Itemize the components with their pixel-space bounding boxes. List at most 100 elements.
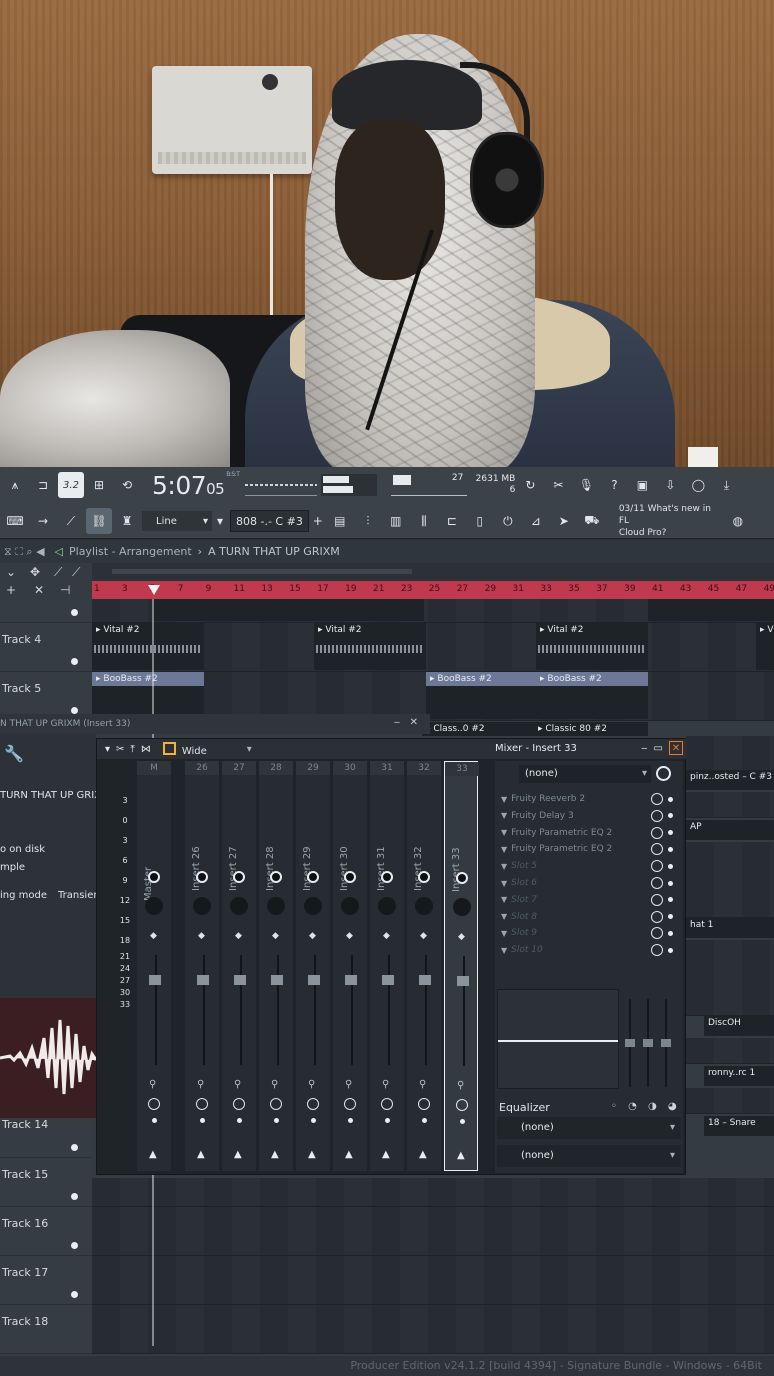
- send-arrow-icon[interactable]: ▲: [345, 1149, 353, 1160]
- slot-enable-led[interactable]: [668, 863, 674, 869]
- volume-fader-track[interactable]: [388, 955, 390, 1065]
- slot-mix-knob[interactable]: [651, 944, 664, 957]
- stereo-separation-icon[interactable]: ◆: [383, 931, 390, 941]
- slot-arrow-icon[interactable]: ▼: [501, 811, 507, 820]
- route-icon[interactable]: ⚲: [419, 1079, 426, 1090]
- pan-knob[interactable]: [453, 898, 471, 916]
- strip-fx-toggle[interactable]: [456, 872, 468, 884]
- lane-partial[interactable]: [686, 1088, 774, 1114]
- clip-right[interactable]: DiscOH: [704, 1016, 774, 1036]
- slot-enable-led[interactable]: [668, 914, 674, 920]
- arrow-right-icon[interactable]: →: [30, 508, 56, 534]
- pl-tool-icons[interactable]: ⧖ ⛶ ⌕ ◀: [4, 545, 45, 559]
- fx-slot[interactable]: ▼ Slot 7: [497, 892, 683, 908]
- latency-icon[interactable]: [344, 1098, 356, 1110]
- latency-icon[interactable]: [148, 1098, 160, 1110]
- slot-arrow-icon[interactable]: ▼: [501, 946, 507, 955]
- news-panel[interactable]: 03/11 What's new in FL Cloud Pro?: [619, 503, 723, 539]
- stereo-separation-icon[interactable]: ◆: [346, 931, 353, 941]
- close-icon[interactable]: ✕: [34, 583, 44, 597]
- strip-fx-toggle[interactable]: [196, 871, 208, 883]
- mute-led[interactable]: [152, 1118, 157, 1123]
- lane-3[interactable]: [92, 599, 774, 623]
- loop-record-icon[interactable]: ⟲: [114, 472, 140, 498]
- mixer-icon[interactable]: ⫼: [411, 508, 437, 534]
- save-icon[interactable]: ▣: [629, 472, 655, 498]
- send-arrow-icon[interactable]: ▲: [234, 1149, 242, 1160]
- volume-fader-cap[interactable]: [197, 975, 209, 985]
- latency-icon[interactable]: [418, 1098, 430, 1110]
- timeline-scrollbar[interactable]: [92, 563, 774, 581]
- route-icon[interactable]: ⚲: [308, 1079, 315, 1090]
- pattern-selector[interactable]: 808 -.- C #3: [230, 510, 309, 532]
- mute-led[interactable]: [311, 1118, 316, 1123]
- stereo-separation-icon[interactable]: ◆: [198, 931, 205, 941]
- eq-fader-cap[interactable]: [661, 1039, 671, 1047]
- latency-icon[interactable]: [456, 1099, 468, 1111]
- tuner-icon[interactable]: ⊿: [523, 508, 549, 534]
- volume-fader-cap[interactable]: [457, 976, 469, 986]
- file-icon[interactable]: ▯: [467, 508, 493, 534]
- volume-fader-cap[interactable]: [149, 975, 161, 985]
- download-icon[interactable]: ⤓: [713, 472, 739, 498]
- wrench-icon[interactable]: 🔧: [4, 744, 24, 763]
- track-head-16[interactable]: Track 16: [0, 1207, 92, 1256]
- playlist-icon[interactable]: ▤: [327, 508, 353, 534]
- latency-clock-icon[interactable]: [656, 766, 671, 781]
- slot-mix-knob[interactable]: [651, 927, 664, 940]
- add-pattern-icon[interactable]: +: [311, 508, 325, 534]
- fx-slot[interactable]: ▼ Slot 5: [497, 858, 683, 874]
- close-icon[interactable]: ✕: [669, 741, 683, 755]
- channel-rack-icon[interactable]: ⫶: [355, 508, 381, 534]
- route-icon[interactable]: ⚲: [457, 1080, 464, 1091]
- globe-icon[interactable]: ◍: [725, 508, 751, 534]
- strip-fx-toggle[interactable]: [270, 871, 282, 883]
- export-icon[interactable]: ⇩: [657, 472, 683, 498]
- audio-input-select[interactable]: (none): [519, 765, 651, 783]
- track-head-3[interactable]: [0, 599, 92, 623]
- mixer-strip[interactable]: 27 Insert 27 ◆ ⚲ ▲: [222, 761, 256, 1171]
- route-icon[interactable]: ⚲: [382, 1079, 389, 1090]
- brush-icon[interactable]: ⟋: [58, 508, 84, 534]
- clip-vital[interactable]: ▸ V: [756, 623, 774, 670]
- clip-classic[interactable]: ▸ Classic 80 #2: [534, 722, 648, 736]
- mixer-strip[interactable]: 33 Insert 33 ◆ ⚲ ▲: [444, 761, 479, 1171]
- track-head-15[interactable]: Track 15: [0, 1158, 92, 1207]
- mute-led[interactable]: [460, 1119, 465, 1124]
- slot-arrow-icon[interactable]: ▼: [501, 828, 507, 837]
- chat-icon[interactable]: ◯: [685, 472, 711, 498]
- route-icon[interactable]: ⚲: [345, 1079, 352, 1090]
- strip-fx-toggle[interactable]: [344, 871, 356, 883]
- track-led[interactable]: [71, 707, 78, 714]
- mute-led[interactable]: [200, 1118, 205, 1123]
- eq-knobs[interactable]: ◦ ◔ ◑ ◕: [611, 1101, 681, 1112]
- move-icon[interactable]: ✥: [30, 565, 40, 579]
- clip-vital[interactable]: ▸ Vital #2: [92, 623, 204, 670]
- track-led[interactable]: [71, 1193, 78, 1200]
- countdown-button[interactable]: 3.2: [58, 472, 84, 498]
- pan-knob[interactable]: [378, 897, 396, 915]
- draw-icon[interactable]: ⟋: [54, 565, 62, 580]
- track-head-4[interactable]: Track 4: [0, 623, 92, 672]
- typing-keyboard-icon[interactable]: ⌨: [2, 508, 28, 534]
- strip-label[interactable]: Master: [143, 831, 157, 901]
- slot-mix-knob[interactable]: [651, 860, 664, 873]
- mixer-strip[interactable]: 29 Insert 29 ◆ ⚲ ▲: [296, 761, 330, 1171]
- clip-classic[interactable]: ▸ Class..0 #2: [422, 722, 534, 736]
- volume-fader-cap[interactable]: [345, 975, 357, 985]
- strip-fx-toggle[interactable]: [233, 871, 245, 883]
- chevron-down-icon[interactable]: ▾: [247, 744, 252, 755]
- latency-icon[interactable]: [270, 1098, 282, 1110]
- clip-vital[interactable]: ▸ Vital #2: [536, 623, 648, 670]
- track-led[interactable]: [71, 1242, 78, 1249]
- eq-fader-cap[interactable]: [643, 1039, 653, 1047]
- mute-led[interactable]: [274, 1118, 279, 1123]
- send-arrow-icon[interactable]: ▲: [457, 1150, 465, 1161]
- mixer-titlebar[interactable]: ▾✂⤒⋈ Wide ▾ Mixer - Insert 33 ‒ ▭ ✕: [97, 739, 687, 759]
- strip-fx-toggle[interactable]: [307, 871, 319, 883]
- volume-fader-track[interactable]: [425, 955, 427, 1065]
- metronome-icon[interactable]: ⩚: [2, 472, 28, 498]
- maximize-icon[interactable]: ▭: [654, 743, 663, 754]
- send-arrow-icon[interactable]: ▲: [271, 1149, 279, 1160]
- plus-icon[interactable]: +: [6, 583, 16, 597]
